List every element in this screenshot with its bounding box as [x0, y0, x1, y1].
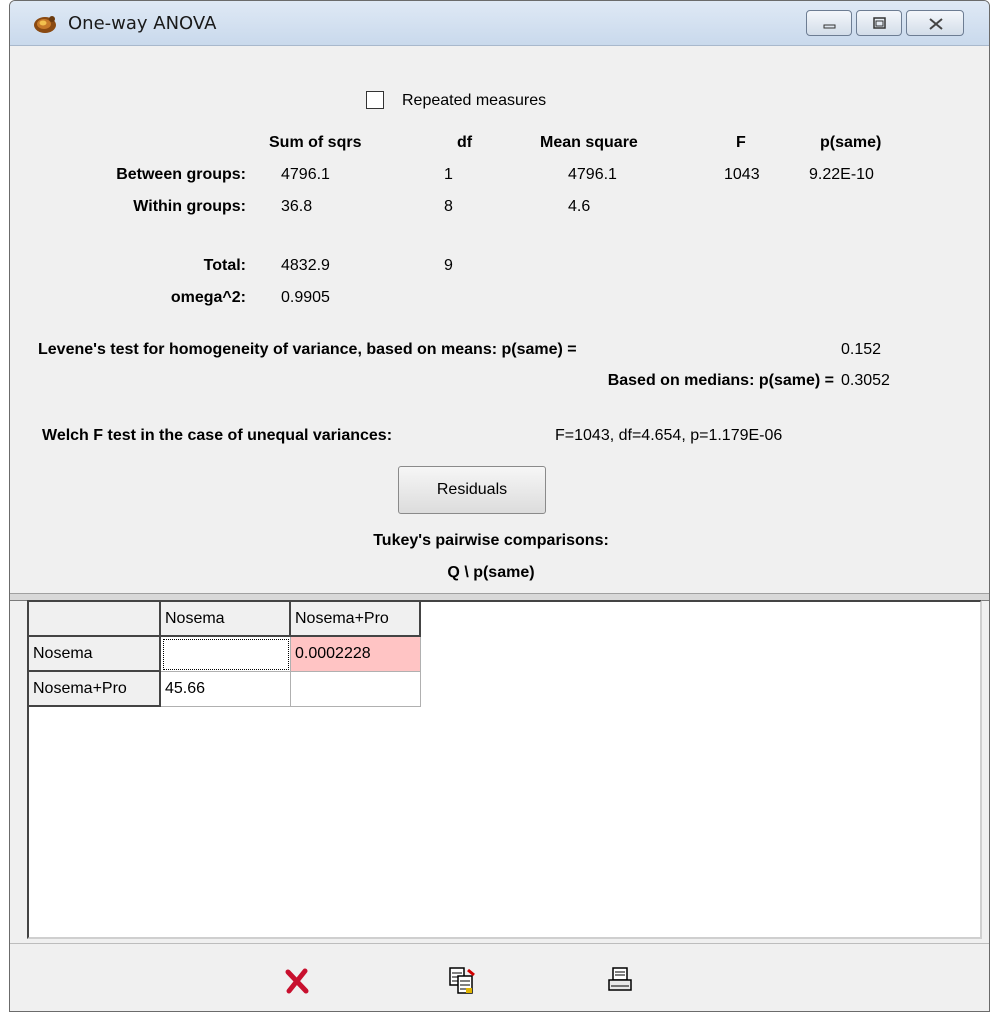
header-df: df [457, 134, 473, 151]
header-sum-of-squares: Sum of sqrs [269, 134, 362, 151]
print-icon [608, 967, 632, 991]
between-f: 1043 [724, 166, 760, 183]
within-ss: 36.8 [281, 198, 313, 215]
grid-corner-cell [29, 602, 161, 637]
header-f: F [736, 134, 746, 151]
tukey-subtitle: Q \ p(same) [447, 564, 535, 581]
omega-squared-label: omega^2: [170, 289, 246, 306]
column-header-nosema-pro[interactable]: Nosema+Pro [291, 602, 421, 637]
cell-nosema-nosema-pro[interactable]: 0.0002228 [291, 637, 421, 672]
close-button[interactable] [274, 958, 320, 1004]
header-p-same: p(same) [820, 134, 882, 151]
print-button[interactable] [598, 958, 644, 1004]
cell-nosema-pro-nosema[interactable]: 45.66 [161, 672, 291, 707]
cell-nosema-pro-nosema-pro[interactable] [291, 672, 421, 707]
window-title: One-way ANOVA [68, 13, 217, 34]
column-header-nosema[interactable]: Nosema [161, 602, 291, 637]
maximize-icon [873, 17, 886, 29]
copy-button[interactable] [439, 958, 485, 1004]
total-df: 9 [444, 257, 453, 274]
anova-window: One-way ANOVA Repeated measures Sum of s… [9, 0, 990, 1012]
levene-medians-label: Based on medians: p(same) = [607, 372, 834, 389]
maximize-button[interactable] [856, 10, 902, 36]
total-ss: 4832.9 [281, 257, 330, 274]
minimize-icon [823, 24, 836, 29]
minimize-button[interactable] [806, 10, 852, 36]
copy-icon [449, 967, 475, 994]
tukey-results-grid[interactable]: Nosema Nosema+Pro Nosema 0.0002228 Nosem… [27, 600, 982, 939]
within-groups-label: Within groups: [133, 198, 246, 215]
close-icon [929, 18, 943, 30]
close-window-button[interactable] [906, 10, 964, 36]
within-ms: 4.6 [568, 198, 591, 215]
omega-squared-value: 0.9905 [281, 289, 330, 306]
levene-means-label: Levene's test for homogeneity of varianc… [38, 341, 577, 358]
between-p: 9.22E-10 [809, 166, 874, 183]
levene-medians-value: 0.3052 [841, 372, 890, 389]
between-groups-label: Between groups: [116, 166, 246, 183]
cell-nosema-nosema[interactable] [161, 637, 291, 672]
row-header-nosema[interactable]: Nosema [29, 637, 161, 672]
residuals-button[interactable]: Residuals [398, 466, 546, 514]
repeated-measures-label: Repeated measures [402, 92, 547, 109]
tukey-title: Tukey's pairwise comparisons: [373, 532, 609, 549]
bottom-toolbar [10, 943, 989, 1011]
between-df: 1 [444, 166, 453, 183]
between-ms: 4796.1 [568, 166, 617, 183]
welch-label: Welch F test in the case of unequal vari… [42, 427, 393, 444]
repeated-measures-checkbox[interactable] [366, 91, 384, 109]
header-mean-square: Mean square [540, 134, 638, 151]
total-label: Total: [203, 257, 246, 274]
red-x-close-icon [285, 968, 309, 994]
levene-means-value: 0.152 [841, 341, 882, 358]
welch-value: F=1043, df=4.654, p=1.179E-06 [555, 427, 783, 444]
ammonite-icon [32, 13, 58, 35]
within-df: 8 [444, 198, 453, 215]
between-ss: 4796.1 [281, 166, 330, 183]
row-header-nosema-pro[interactable]: Nosema+Pro [29, 672, 161, 707]
title-bar[interactable]: One-way ANOVA [10, 1, 989, 46]
